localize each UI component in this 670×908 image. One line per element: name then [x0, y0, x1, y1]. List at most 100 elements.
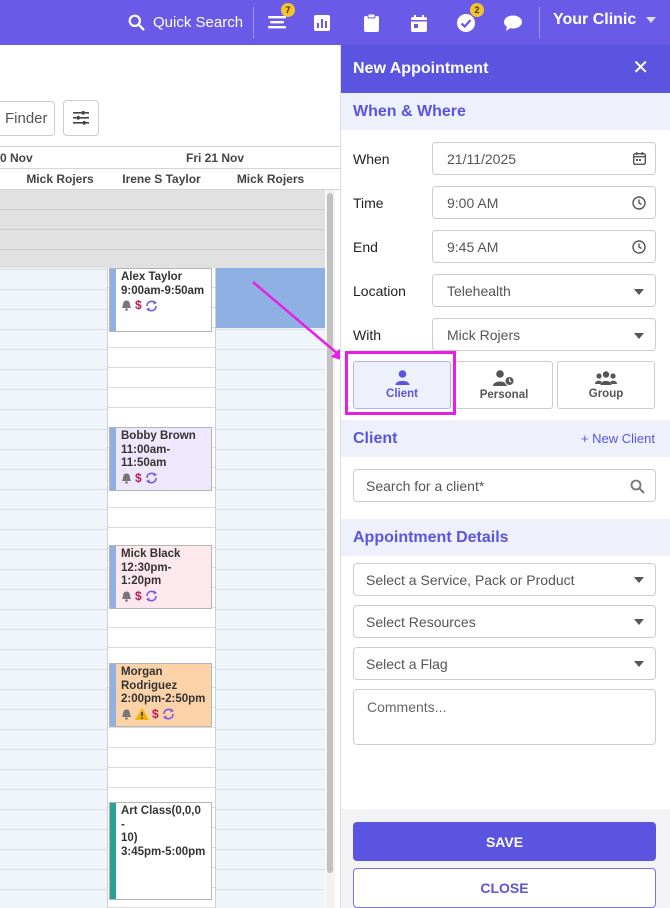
calendar-icon: [411, 14, 427, 32]
column-header: Irene S Taylor: [122, 172, 201, 186]
date-right: Fri 21 Nov: [186, 151, 245, 165]
top-bar: Quick Search 7 2 Your Clinic: [0, 0, 670, 45]
appointment-card[interactable]: Alex Taylor 9:00am-9:50am $: [109, 268, 212, 332]
date-header: 0 Nov Fri 21 Nov: [0, 146, 340, 169]
chevron-down-icon: [646, 17, 657, 23]
personal-type-button[interactable]: Personal: [455, 361, 553, 409]
new-client-link[interactable]: + New Client: [581, 431, 655, 446]
appointment-text: 9:00am-9:50am: [121, 284, 205, 297]
resources-select[interactable]: Select Resources: [353, 605, 656, 638]
warning-icon: [135, 708, 149, 721]
comments-textarea[interactable]: Comments...: [353, 689, 656, 745]
appointment-card[interactable]: Mick Black 12:30pm- 1:20pm $: [109, 545, 212, 609]
appointment-text: 10): [121, 832, 138, 844]
chevron-down-icon: [634, 619, 644, 625]
appointment-text: Rodriguez: [121, 679, 178, 692]
appointment-text: 11:00am-: [121, 443, 171, 456]
service-select[interactable]: Select a Service, Pack or Product: [353, 563, 656, 596]
chat-icon: [504, 15, 522, 31]
repeat-icon: [162, 708, 174, 720]
bell-icon: [122, 473, 131, 484]
end-time-field[interactable]: 9:45 AM: [432, 230, 656, 263]
flag-select[interactable]: Select a Flag: [353, 647, 656, 680]
appointment-text: Morgan: [121, 666, 163, 678]
messages-button[interactable]: [502, 12, 524, 34]
clipboard-icon: [363, 14, 379, 32]
practitioner-header: Mick Rojers Irene S Taylor Mick Rojers: [0, 169, 340, 190]
resources-placeholder: Select Resources: [366, 613, 476, 630]
close-button[interactable]: CLOSE: [353, 868, 656, 908]
time-label: Time: [353, 195, 384, 211]
chart-icon: [314, 15, 330, 31]
feed-badge: 7: [281, 3, 295, 17]
dollar-icon: $: [135, 470, 142, 485]
clipboard-button[interactable]: [360, 12, 382, 34]
with-label: With: [353, 327, 381, 343]
chevron-down-icon: [634, 289, 644, 295]
new-appointment-panel: New Appointment ✕ When & Where When 21/1…: [340, 45, 670, 908]
dollar-icon: $: [135, 298, 142, 312]
close-icon[interactable]: ✕: [632, 58, 649, 78]
user-clock-icon: [493, 369, 515, 386]
group-type-button[interactable]: Group: [557, 361, 655, 409]
sliders-icon: [73, 111, 89, 125]
appointment-card[interactable]: Morgan Rodriguez 2:00pm-2:50pm $: [109, 663, 212, 727]
appointment-text: 11:50am: [121, 457, 167, 469]
practitioner-value: Mick Rojers: [447, 326, 521, 343]
appointment-text: 1:20pm: [121, 575, 162, 587]
when-label: When: [353, 151, 390, 167]
calendar-view: Finder 0 Nov Fri 21 Nov Mick Rojers Iren…: [0, 45, 340, 908]
unavailable-slots: [0, 190, 325, 268]
appointment-card[interactable]: Art Class(0,0,0 -10) 3:45pm-5:00pm: [109, 802, 212, 900]
chevron-down-icon: [634, 661, 644, 667]
bell-icon: [122, 709, 131, 720]
date-left: 0 Nov: [0, 151, 33, 165]
date-value: 21/11/2025: [447, 150, 517, 167]
feed-button[interactable]: 7: [266, 3, 295, 34]
clinic-menu[interactable]: Your Clinic: [553, 11, 657, 29]
highlight-box: [345, 351, 456, 415]
scrollbar-thumb[interactable]: [327, 193, 333, 873]
personal-type-label: Personal: [479, 388, 529, 401]
client-search-placeholder: Search for a client*: [366, 477, 485, 494]
column-header: Mick Rojers: [26, 172, 94, 186]
start-time-field[interactable]: 9:00 AM: [432, 186, 656, 219]
chevron-down-icon: [634, 577, 644, 583]
end-label: End: [353, 239, 378, 255]
date-field[interactable]: 21/11/2025: [432, 142, 656, 175]
quick-search-button[interactable]: Quick Search: [128, 11, 243, 33]
appointment-icons: $: [121, 588, 207, 604]
finder-button[interactable]: Finder: [0, 101, 55, 136]
save-button[interactable]: SAVE: [353, 822, 656, 861]
location-select[interactable]: Telehealth: [432, 274, 656, 307]
quick-search-label: Quick Search: [153, 13, 244, 31]
calendar-button[interactable]: [408, 12, 430, 34]
calendar-icon: [633, 152, 646, 165]
comments-placeholder: Comments...: [367, 699, 447, 715]
clock-icon: [632, 240, 646, 254]
reports-button[interactable]: [311, 12, 333, 34]
client-search-input[interactable]: Search for a client*: [353, 469, 656, 502]
divider: [539, 7, 540, 38]
dollar-icon: $: [135, 588, 142, 603]
appointment-icons: $: [121, 706, 207, 722]
section-appointment-details: Appointment Details: [341, 519, 670, 556]
chevron-down-icon: [634, 333, 644, 339]
dollar-icon: $: [152, 706, 159, 721]
tasks-button[interactable]: 2: [455, 3, 484, 34]
clinic-label: Your Clinic: [553, 11, 637, 28]
group-icon: [595, 370, 617, 385]
filter-button[interactable]: [63, 100, 99, 136]
repeat-icon: [145, 472, 157, 484]
appointment-text: 3:45pm-5:00pm: [121, 845, 206, 858]
appointment-icons: $: [121, 298, 207, 313]
check-circle-icon: [457, 14, 475, 32]
location-value: Telehealth: [447, 282, 511, 299]
appointment-card[interactable]: Bobby Brown 11:00am- 11:50am $: [109, 427, 212, 491]
appointment-icons: $: [121, 470, 207, 486]
divider: [253, 7, 254, 38]
practitioner-select[interactable]: Mick Rojers: [432, 318, 656, 351]
appointment-text: Art Class(0,0,0 -: [121, 805, 201, 831]
selected-slot[interactable]: [216, 268, 325, 328]
appointment-text: 12:30pm-: [121, 561, 172, 574]
